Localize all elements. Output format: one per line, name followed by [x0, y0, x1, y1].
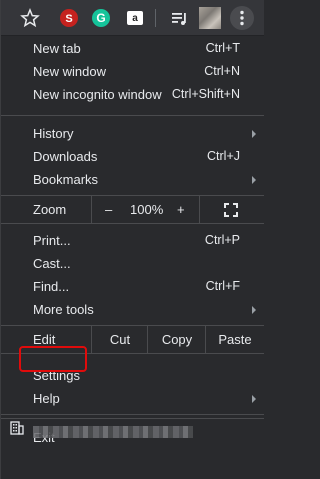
zoom-out-button[interactable]: – — [105, 202, 112, 217]
menu-item-label: New window — [33, 64, 106, 79]
toolbar: S G a — [1, 0, 264, 36]
menu-item-label: History — [33, 126, 74, 141]
chrome-window: S G a New tab Ctrl+T New window Ctrl+N N… — [0, 0, 264, 479]
shortcut-label: Ctrl+P — [204, 233, 240, 247]
menu-item-history[interactable]: History — [1, 122, 264, 145]
zoom-level: 100% — [130, 202, 164, 217]
zoom-in-button[interactable]: + — [177, 202, 185, 217]
grammarly-icon[interactable]: G — [91, 8, 111, 28]
shortcut-label: Ctrl+T — [205, 41, 240, 55]
toolbar-divider — [155, 9, 156, 27]
svg-text:S: S — [65, 13, 72, 25]
menu-item-more-tools[interactable]: More tools — [1, 298, 264, 321]
zoom-row: Zoom – 100% + — [1, 196, 264, 223]
menu-item-cast[interactable]: Cast... — [1, 252, 264, 275]
menu-item-label: Cast... — [33, 256, 71, 271]
edit-label: Edit — [33, 332, 56, 347]
menu-item-new-incognito-window[interactable]: New incognito window Ctrl+Shift+N — [1, 83, 264, 106]
shortcut-label: Ctrl+Shift+N — [171, 87, 240, 101]
menu-item-bookmarks[interactable]: Bookmarks — [1, 168, 264, 191]
shortcut-label: Ctrl+F — [205, 279, 240, 293]
star-icon[interactable] — [20, 8, 40, 28]
reading-list-icon[interactable] — [169, 8, 189, 28]
menu-item-print[interactable]: Print... Ctrl+P — [1, 229, 264, 252]
paste-button[interactable]: Paste — [205, 326, 264, 353]
more-menu-icon[interactable] — [230, 6, 254, 30]
profile-avatar[interactable] — [199, 7, 221, 29]
menu-item-label: Print... — [33, 233, 71, 248]
menu-item-label: More tools — [33, 302, 94, 317]
redacted-managed-text — [33, 426, 193, 438]
menu-item-downloads[interactable]: Downloads Ctrl+J — [1, 145, 264, 168]
svg-text:G: G — [96, 11, 105, 25]
menu-item-label: Help — [33, 391, 60, 406]
menu-item-label: Find... — [33, 279, 70, 294]
menu-item-new-tab[interactable]: New tab Ctrl+T — [1, 37, 264, 60]
svg-text:a: a — [132, 13, 138, 24]
submenu-arrow-icon — [252, 395, 256, 403]
extension-icon-1[interactable]: S — [59, 8, 79, 28]
chrome-main-menu: New tab Ctrl+T New window Ctrl+N New inc… — [1, 36, 264, 449]
menu-item-help[interactable]: Help — [1, 387, 264, 410]
menu-item-label: Bookmarks — [33, 172, 99, 187]
menu-item-label: New incognito window — [33, 87, 162, 102]
managed-by-row[interactable] — [1, 414, 264, 479]
shortcut-label: Ctrl+N — [204, 64, 240, 78]
submenu-arrow-icon — [252, 130, 256, 138]
cut-label: Cut — [109, 332, 131, 347]
menu-item-new-window[interactable]: New window Ctrl+N — [1, 60, 264, 83]
submenu-arrow-icon — [252, 176, 256, 184]
fullscreen-icon[interactable] — [223, 202, 239, 221]
copy-button[interactable]: Copy — [147, 326, 206, 353]
shortcut-label: Ctrl+J — [207, 149, 240, 163]
extension-icon-2[interactable]: a — [125, 8, 145, 28]
paste-label: Paste — [218, 332, 252, 347]
cut-button[interactable]: Cut — [91, 326, 148, 353]
submenu-arrow-icon — [252, 306, 256, 314]
zoom-divider — [199, 196, 200, 223]
menu-separator — [1, 414, 264, 415]
menu-item-label: Downloads — [33, 149, 98, 164]
zoom-divider — [91, 196, 92, 223]
zoom-label: Zoom — [33, 202, 67, 217]
menu-item-label: New tab — [33, 41, 81, 56]
settings-highlight-box — [19, 346, 87, 372]
building-icon — [9, 420, 25, 441]
menu-item-find[interactable]: Find... Ctrl+F — [1, 275, 264, 298]
copy-label: Copy — [161, 332, 193, 347]
